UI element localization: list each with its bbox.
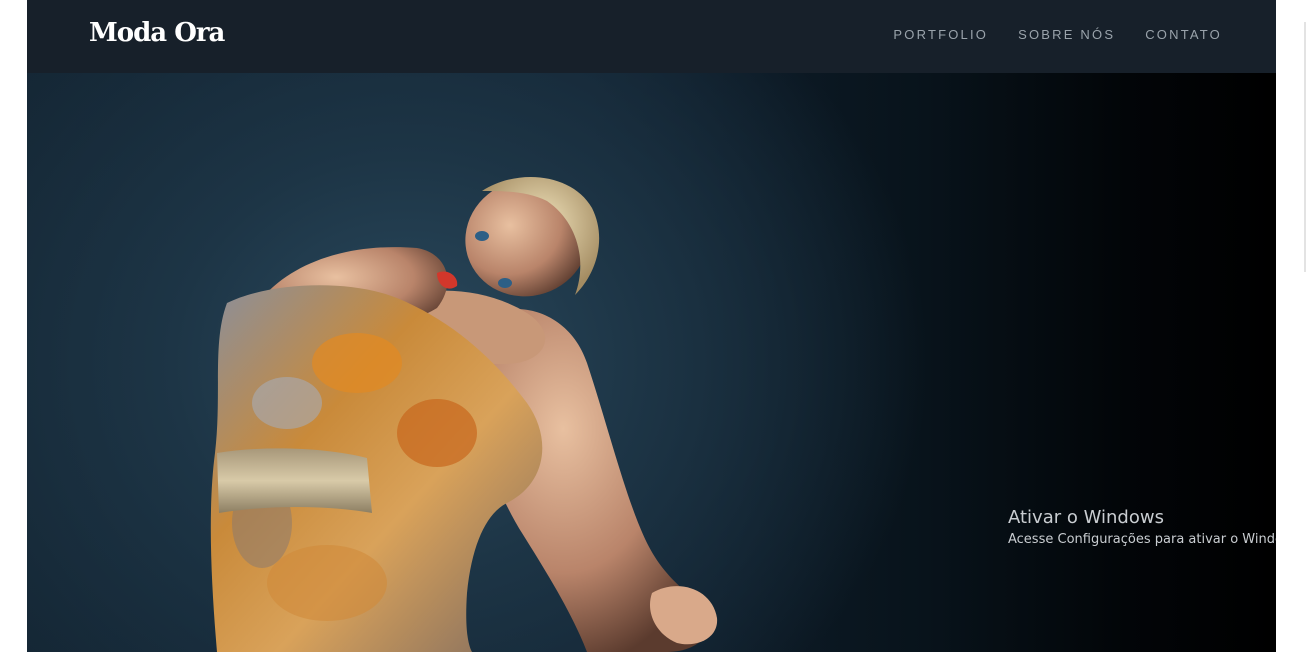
browser-viewport: Moda Ora PORTFOLIO SOBRE NÓS CONTATO Ati… — [27, 0, 1276, 652]
page-right-margin — [1276, 0, 1307, 652]
nav-link-portfolio[interactable]: PORTFOLIO — [893, 27, 988, 42]
brand-logo[interactable]: Moda Ora — [89, 18, 225, 48]
hero-section — [27, 73, 1276, 652]
windows-activation-watermark: Ativar o Windows Acesse Configurações pa… — [1008, 507, 1276, 549]
navbar: Moda Ora PORTFOLIO SOBRE NÓS CONTATO — [27, 0, 1276, 73]
watermark-subtitle: Acesse Configurações para ativar o Windo… — [1008, 532, 1276, 547]
nav-link-contato[interactable]: CONTATO — [1145, 27, 1222, 42]
hero-image — [210, 176, 718, 652]
nav-menu: PORTFOLIO SOBRE NÓS CONTATO — [893, 27, 1222, 42]
watermark-title: Ativar o Windows — [1008, 507, 1164, 528]
scrollbar[interactable] — [1304, 22, 1306, 272]
nav-link-sobre-nos[interactable]: SOBRE NÓS — [1018, 27, 1115, 42]
